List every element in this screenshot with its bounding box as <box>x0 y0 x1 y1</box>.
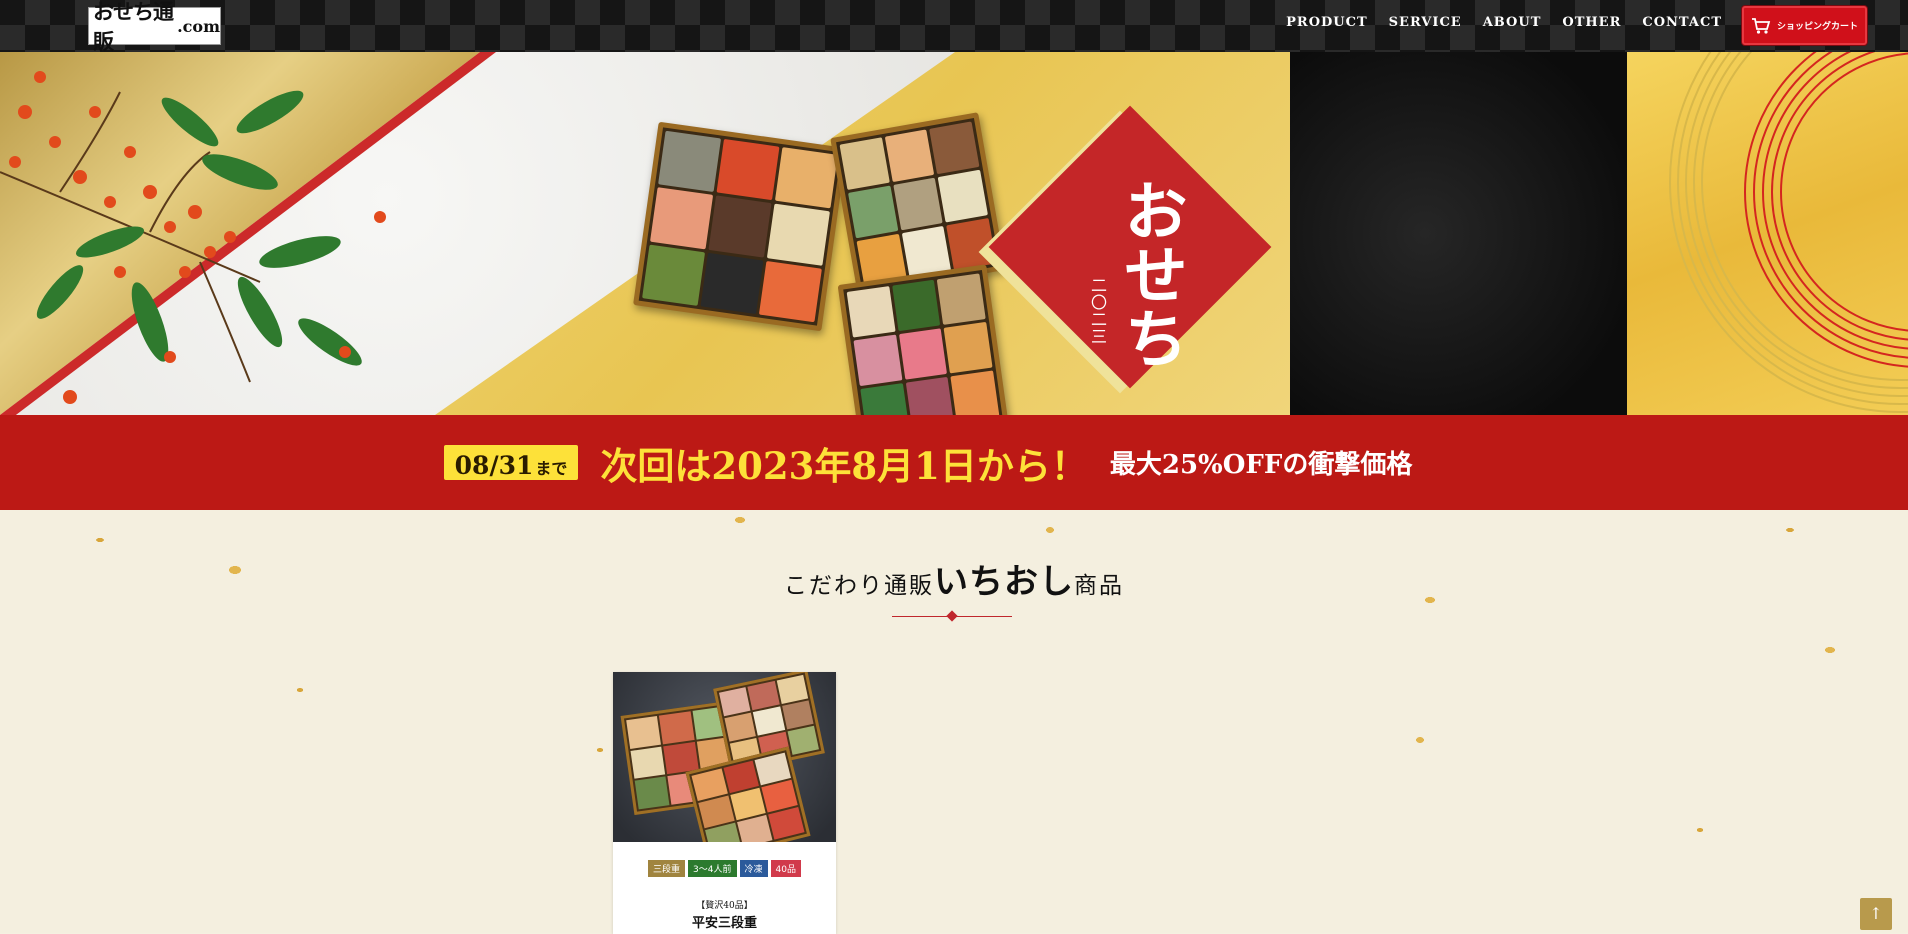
nav-about[interactable]: ABOUT <box>1483 15 1542 30</box>
mizuhiki-arcs-decoration <box>1669 52 1908 413</box>
site-logo[interactable]: おせち通販 .com <box>88 0 221 54</box>
section-divider-diamond <box>946 610 958 622</box>
nav-contact[interactable]: CONTACT <box>1642 15 1722 30</box>
logo-domain: .com <box>177 16 220 36</box>
tag-item-count: 40品 <box>770 860 801 877</box>
hero-banner: おせち 二〇二三 <box>0 52 1908 415</box>
main-nav: PRODUCT SERVICE ABOUT OTHER CONTACT <box>1286 15 1722 30</box>
product-image <box>613 672 836 842</box>
tag-servings: 3〜4人前 <box>688 860 737 877</box>
promo-banner: 08/31 まで 次回は2023年8月1日から！ 最大25%OFFの衝撃価格 <box>0 415 1908 510</box>
section-title-suffix: 商品 <box>1074 573 1124 599</box>
section-title-prefix: こだわり通販 <box>784 573 934 599</box>
nav-other[interactable]: OTHER <box>1562 15 1621 30</box>
product-name: 平安三段重 <box>691 916 757 931</box>
product-tags: 三段重 3〜4人前 冷凍 40品 <box>613 860 836 877</box>
promo-deadline-badge: 08/31 まで <box>443 445 579 480</box>
cart-label: ショッピングカート <box>1776 22 1858 32</box>
nav-service[interactable]: SERVICE <box>1389 15 1462 30</box>
promo-next-sale: 次回は2023年8月1日から！ <box>600 443 1088 488</box>
section-title: こだわり通販いちおし商品 <box>0 554 1908 603</box>
logo-text: おせち通販 <box>93 0 174 54</box>
osechi-box-image <box>837 264 1009 415</box>
nanten-berries-decoration <box>0 71 386 404</box>
product-subtitle: 【贅沢40品】 <box>696 901 753 911</box>
promo-discount: 最大25%OFFの衝撃価格 <box>1109 450 1413 480</box>
site-header: おせち通販 .com PRODUCT SERVICE ABOUT OTHER C… <box>0 0 1908 54</box>
promo-date: 08/31 <box>454 451 534 480</box>
hero-year: 二〇二三 <box>1088 277 1107 345</box>
tag-frozen: 冷凍 <box>739 860 768 877</box>
product-card[interactable]: 三段重 3〜4人前 冷凍 40品 【贅沢40品】 平安三段重 <box>613 672 836 934</box>
cart-icon <box>1751 17 1771 34</box>
arrow-up-icon: ↑ <box>1869 904 1883 923</box>
back-to-top-button[interactable]: ↑ <box>1860 898 1892 930</box>
osechi-box-image <box>633 121 847 332</box>
section-title-main: いちおし <box>934 562 1074 602</box>
shopping-cart-button[interactable]: ショッピングカート <box>1742 6 1867 45</box>
hero-title: おせち <box>1113 178 1188 370</box>
promo-date-suffix: まで <box>535 459 568 478</box>
nav-product[interactable]: PRODUCT <box>1286 15 1368 30</box>
featured-section: こだわり通販いちおし商品 三段重 3〜4人前 冷凍 40品 【贅沢40品】 平安… <box>0 510 1908 934</box>
tag-tiers: 三段重 <box>648 860 686 877</box>
